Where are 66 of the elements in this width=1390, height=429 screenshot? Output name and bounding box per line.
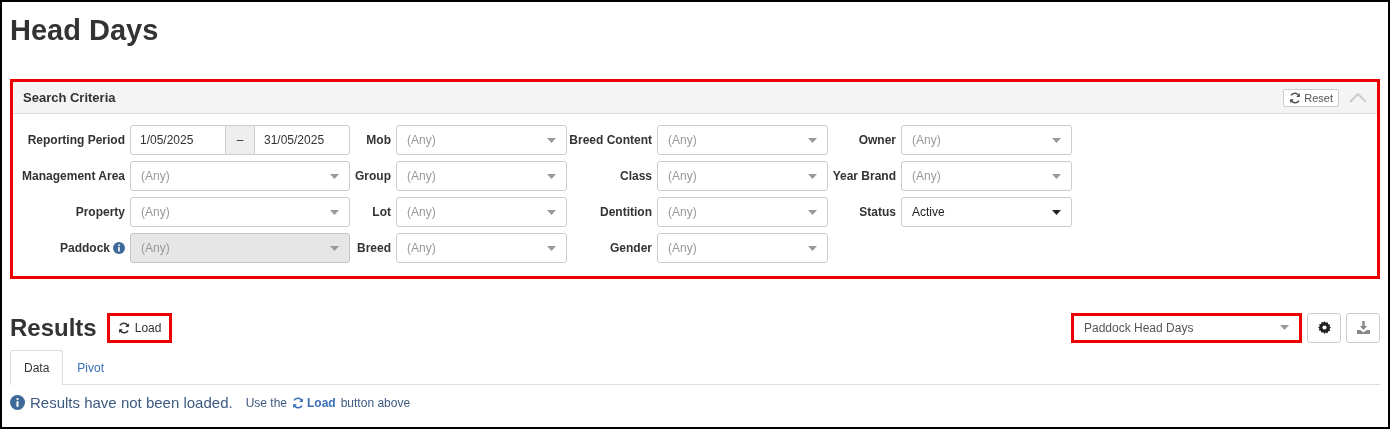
refresh-icon (117, 321, 130, 334)
field-label: Gender (610, 241, 652, 255)
range-separator: – (226, 125, 254, 155)
caret-icon (1052, 137, 1061, 143)
caret-icon (1052, 209, 1061, 215)
field-label: Mob (366, 133, 391, 147)
field-label: Class (619, 169, 652, 183)
caret-icon (1052, 173, 1061, 179)
reset-icon (1289, 91, 1302, 104)
select-field[interactable]: (Any) (396, 161, 567, 191)
caret-icon (547, 137, 556, 143)
panel-title: Search Criteria (23, 90, 117, 105)
field-label: Breed (357, 241, 391, 255)
field-label: Reporting Period (27, 133, 125, 147)
report-select[interactable]: Paddock Head Days (1071, 312, 1302, 343)
caret-icon (547, 245, 556, 251)
select-field[interactable]: (Any) (130, 161, 350, 191)
caret-icon (330, 245, 339, 251)
select-field[interactable]: (Any) (657, 161, 828, 191)
select-field[interactable]: (Any) (901, 125, 1072, 155)
settings-button[interactable] (1307, 312, 1341, 343)
field-label: Lot (372, 205, 391, 219)
caret-icon (330, 173, 339, 179)
hint-text: Use the (245, 395, 287, 410)
select-field[interactable]: (Any) (396, 197, 567, 227)
load-button[interactable]: Load (106, 312, 173, 343)
refresh-icon (292, 396, 304, 409)
tab[interactable]: Data (10, 350, 64, 385)
field-label: Breed Content (569, 133, 652, 147)
select-field[interactable]: (Any) (396, 233, 567, 263)
select-field[interactable]: (Any) (130, 197, 350, 227)
reset-button[interactable]: Reset (1283, 88, 1339, 107)
date-from-field[interactable]: 1/05/2025 (130, 125, 226, 155)
select-field[interactable]: (Any) (657, 197, 828, 227)
field-label: Group (355, 169, 391, 183)
field-label: Property (75, 205, 125, 219)
info-icon (10, 395, 25, 410)
select-field[interactable]: (Any) (657, 233, 828, 263)
settings-icon (1317, 321, 1331, 334)
tab[interactable]: Pivot (63, 350, 119, 385)
caret-icon (547, 209, 556, 215)
results-title: Results (10, 313, 97, 342)
caret-icon (808, 173, 817, 179)
select-field[interactable]: Active (901, 197, 1072, 227)
field-label: Management Area (22, 169, 125, 183)
date-to-field[interactable]: 31/05/2025 (254, 125, 350, 155)
caret-icon (808, 137, 817, 143)
caret-icon (547, 173, 556, 179)
select-field[interactable]: (Any) (396, 125, 567, 155)
caret-icon (808, 209, 817, 215)
hint-text: button above (340, 395, 411, 410)
caret-icon (1280, 325, 1289, 330)
field-label: Owner (858, 133, 896, 147)
download-icon (1356, 321, 1370, 334)
field-label: Dentition (600, 205, 652, 219)
select-field[interactable]: (Any) (657, 125, 828, 155)
select-field[interactable]: (Any) (901, 161, 1072, 191)
caret-icon (330, 209, 339, 215)
field-label: Status (859, 205, 896, 219)
field-label: Paddock (60, 241, 110, 255)
load-link[interactable]: Load (292, 395, 336, 410)
field-label: Year Brand (832, 169, 896, 183)
download-button[interactable] (1346, 312, 1380, 343)
caret-icon (808, 245, 817, 251)
page-title: Head Days (10, 13, 159, 48)
status-message: Results have not been loaded. (30, 394, 233, 411)
